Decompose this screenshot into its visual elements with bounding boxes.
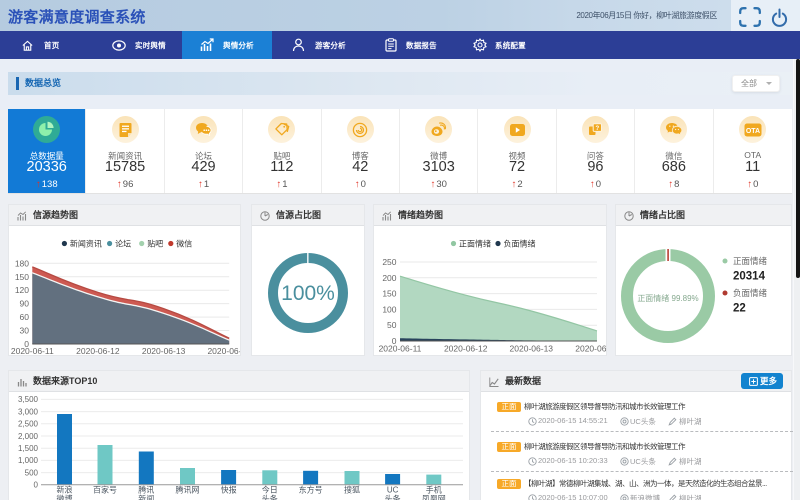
svg-text:负面情绪: 负面情绪 (504, 239, 536, 249)
svg-text:新闻资讯: 新闻资讯 (70, 239, 102, 249)
svg-text:30: 30 (20, 326, 30, 336)
svg-text:2020-06-14: 2020-06-14 (207, 346, 240, 355)
svg-text:手机: 手机 (426, 485, 442, 495)
svg-text:2020-06-14: 2020-06-14 (575, 344, 606, 354)
svg-text:2020-06-12: 2020-06-12 (444, 344, 488, 354)
svg-text:50: 50 (387, 320, 397, 330)
svg-text:60: 60 (20, 312, 30, 322)
svg-text:微博: 微博 (57, 494, 73, 500)
svg-text:3,000: 3,000 (18, 407, 39, 416)
svg-text:22: 22 (733, 303, 746, 315)
svg-text:东方号: 东方号 (299, 485, 323, 495)
svg-text:2,500: 2,500 (18, 420, 39, 429)
svg-text:1,500: 1,500 (18, 444, 39, 453)
svg-text:90: 90 (20, 299, 30, 309)
svg-text:150: 150 (15, 272, 29, 282)
svg-text:微信: 微信 (176, 239, 192, 249)
svg-text:20314: 20314 (733, 271, 766, 283)
svg-text:200: 200 (382, 273, 396, 283)
svg-text:2020-06-11: 2020-06-11 (11, 346, 54, 355)
svg-text:凤凰网: 凤凰网 (422, 495, 446, 500)
svg-text:正面情绪: 正面情绪 (733, 256, 768, 266)
svg-text:100: 100 (382, 304, 396, 314)
svg-text:1,000: 1,000 (18, 456, 39, 465)
svg-text:500: 500 (25, 468, 39, 477)
svg-text:2020-06-13: 2020-06-13 (142, 346, 186, 355)
svg-text:快报: 快报 (221, 485, 237, 495)
svg-text:头条: 头条 (262, 494, 278, 500)
svg-text:正面情绪 99.89%: 正面情绪 99.89% (637, 293, 698, 303)
svg-text:?: ? (596, 126, 600, 132)
svg-text:贴吧: 贴吧 (147, 239, 163, 249)
svg-text:百家号: 百家号 (93, 485, 117, 495)
svg-text:2020-06-12: 2020-06-12 (76, 346, 120, 355)
svg-text:新浪: 新浪 (57, 485, 73, 495)
svg-text:120: 120 (15, 285, 29, 295)
svg-text:150: 150 (382, 289, 396, 299)
svg-text:2,000: 2,000 (18, 432, 39, 441)
svg-text:搜狐: 搜狐 (344, 485, 360, 495)
svg-text:负面情绪: 负面情绪 (733, 288, 768, 298)
svg-text:2020-06-11: 2020-06-11 (379, 344, 422, 354)
svg-text:OTA: OTA (746, 128, 760, 135)
svg-text:今日: 今日 (262, 485, 278, 495)
svg-text:180: 180 (15, 258, 29, 268)
svg-text:3,500: 3,500 (18, 395, 39, 404)
svg-text:100%: 100% (281, 282, 335, 305)
svg-text:0: 0 (34, 481, 39, 490)
svg-text:250: 250 (382, 257, 396, 267)
svg-text:头条: 头条 (385, 494, 401, 500)
svg-text:正面情绪: 正面情绪 (459, 239, 491, 249)
svg-text:论坛: 论坛 (115, 239, 131, 249)
svg-text:腾讯网: 腾讯网 (176, 485, 200, 495)
svg-text:UC: UC (387, 486, 399, 495)
svg-text:2020-06-13: 2020-06-13 (510, 344, 554, 354)
svg-text:腾讯: 腾讯 (138, 485, 154, 495)
svg-text:新闻: 新闻 (138, 494, 154, 500)
